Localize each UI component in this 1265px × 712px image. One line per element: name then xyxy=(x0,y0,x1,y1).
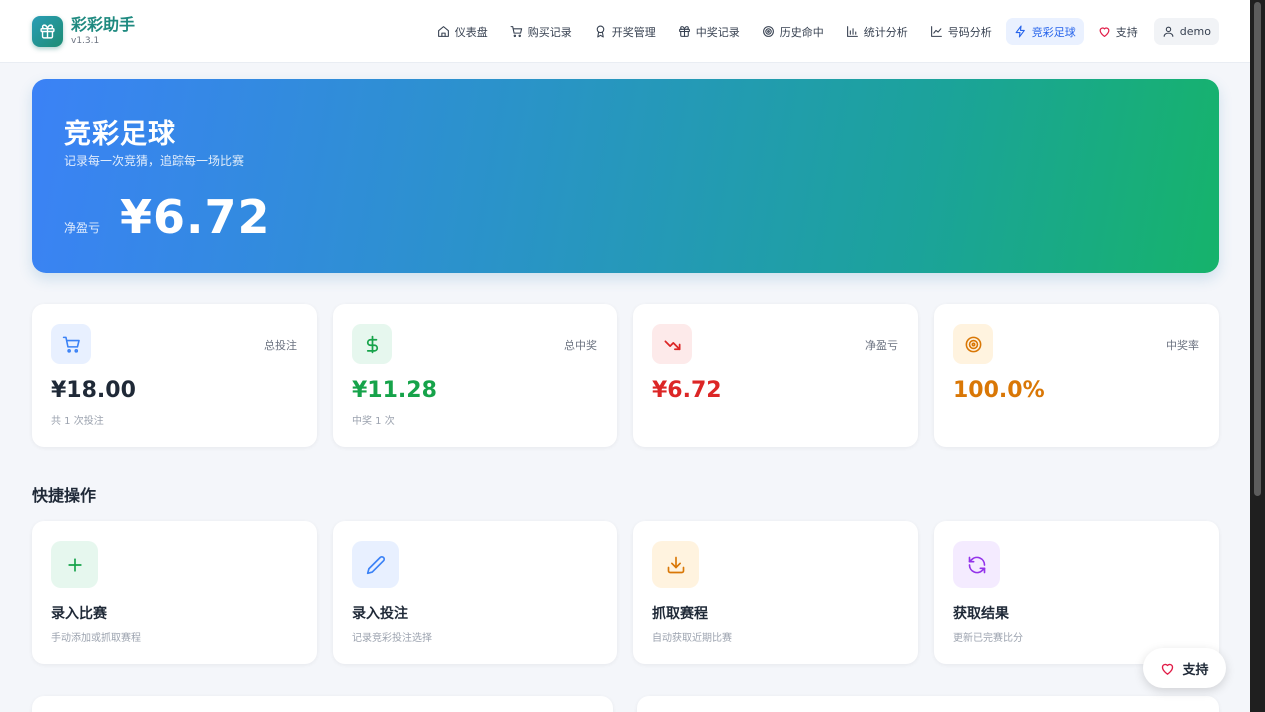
action-title: 录入比赛 xyxy=(51,606,107,622)
cart-icon xyxy=(51,324,91,364)
trending-down-icon xyxy=(652,324,692,364)
bar-chart-icon xyxy=(846,26,858,37)
stat-label: 总投注 xyxy=(264,339,297,352)
nav-item-statistics[interactable]: 统计分析 xyxy=(838,18,916,45)
nav-item-label: 支持 xyxy=(1115,25,1138,39)
nav-item-wins[interactable]: 中奖记录 xyxy=(670,18,748,45)
stat-value: 100.0% xyxy=(953,378,1045,403)
nav-item-label: 统计分析 xyxy=(863,25,908,39)
pencil-icon xyxy=(352,541,399,588)
action-card-add-bet[interactable]: 录入投注 记录竞彩投注选择 xyxy=(333,521,617,664)
bottom-panel-left xyxy=(32,696,613,712)
action-title: 抓取赛程 xyxy=(652,606,708,622)
heart-icon xyxy=(1099,27,1110,37)
nav-item-dashboard[interactable]: 仪表盘 xyxy=(429,18,496,45)
action-title: 录入投注 xyxy=(352,606,408,622)
action-desc: 手动添加或抓取赛程 xyxy=(51,633,141,644)
floating-support-button[interactable]: 支持 xyxy=(1143,648,1226,688)
stat-note: 中奖 1 次 xyxy=(352,416,395,427)
cart-icon xyxy=(510,26,522,38)
action-card-fetch-results[interactable]: 获取结果 更新已完赛比分 xyxy=(934,521,1219,664)
user-name: demo xyxy=(1179,25,1211,38)
home-icon xyxy=(437,26,449,37)
stat-card-win-rate: 中奖率 100.0% xyxy=(934,304,1219,447)
refresh-icon xyxy=(953,541,1000,588)
page-subtitle: 记录每一次竞猜，追踪每一场比赛 xyxy=(64,154,245,168)
stat-label: 总中奖 xyxy=(564,339,597,352)
nav-item-football[interactable]: 竞彩足球 xyxy=(1005,18,1084,45)
stat-card-net-profit: 净盈亏 ¥6.72 xyxy=(633,304,918,447)
stat-value: ¥6.72 xyxy=(652,378,722,403)
dollar-icon xyxy=(352,324,392,364)
stat-label: 中奖率 xyxy=(1166,339,1199,352)
user-menu[interactable]: demo xyxy=(1153,18,1219,45)
stat-value: ¥11.28 xyxy=(352,378,437,403)
action-card-add-match[interactable]: 录入比赛 手动添加或抓取赛程 xyxy=(32,521,317,664)
nav-item-label: 开奖管理 xyxy=(611,25,656,39)
net-profit-label: 净盈亏 xyxy=(64,221,101,235)
top-navbar: 彩彩助手 v1.3.1 仪表盘 购买记录 开奖管理 中奖记录 历史命中 统计分析 xyxy=(0,0,1250,63)
nav-item-support[interactable]: 支持 xyxy=(1090,18,1146,45)
lightning-icon xyxy=(1015,25,1025,38)
gift-logo-icon xyxy=(32,16,63,47)
nav-item-purchases[interactable]: 购买记录 xyxy=(502,18,580,45)
target-icon xyxy=(953,324,993,364)
vertical-scrollbar[interactable] xyxy=(1250,0,1265,712)
floating-support-label: 支持 xyxy=(1182,662,1209,678)
award-icon xyxy=(596,25,605,38)
gift-icon xyxy=(678,26,690,37)
line-chart-icon xyxy=(930,26,942,37)
bottom-panel-right xyxy=(637,696,1219,712)
brand[interactable]: 彩彩助手 v1.3.1 xyxy=(32,16,135,47)
app-version: v1.3.1 xyxy=(71,36,100,46)
target-icon xyxy=(762,26,774,37)
nav-item-label: 竞彩足球 xyxy=(1031,25,1076,39)
stat-value: ¥18.00 xyxy=(51,378,136,403)
stat-label: 净盈亏 xyxy=(865,339,898,352)
plus-icon xyxy=(51,541,98,588)
action-desc: 更新已完赛比分 xyxy=(953,633,1023,644)
nav-item-label: 历史命中 xyxy=(779,25,824,39)
scrollbar-thumb[interactable] xyxy=(1254,2,1261,496)
action-title: 获取结果 xyxy=(953,606,1009,622)
net-profit-value: ¥6.72 xyxy=(120,190,271,244)
action-desc: 记录竞彩投注选择 xyxy=(352,633,432,644)
nav-item-draws[interactable]: 开奖管理 xyxy=(586,18,664,45)
nav-item-label: 仪表盘 xyxy=(454,25,488,39)
app-name: 彩彩助手 xyxy=(71,15,136,34)
action-desc: 自动获取近期比赛 xyxy=(652,633,732,644)
action-card-fetch-schedule[interactable]: 抓取赛程 自动获取近期比赛 xyxy=(633,521,918,664)
nav-item-history-hits[interactable]: 历史命中 xyxy=(754,18,832,45)
nav-item-number-analysis[interactable]: 号码分析 xyxy=(922,18,1000,45)
download-icon xyxy=(652,541,699,588)
nav-item-label: 号码分析 xyxy=(947,25,992,39)
stat-card-total-win: 总中奖 ¥11.28 中奖 1 次 xyxy=(333,304,617,447)
main-nav: 仪表盘 购买记录 开奖管理 中奖记录 历史命中 统计分析 号码分析 竞彩足球 支… xyxy=(423,18,1219,45)
quick-actions-title: 快捷操作 xyxy=(32,486,97,505)
page-title: 竞彩足球 xyxy=(64,119,176,150)
nav-item-label: 中奖记录 xyxy=(695,25,740,39)
heart-icon xyxy=(1162,663,1174,675)
stat-note: 共 1 次投注 xyxy=(51,416,104,427)
stat-card-total-bet: 总投注 ¥18.00 共 1 次投注 xyxy=(32,304,317,447)
hero-banner: 竞彩足球 记录每一次竞猜，追踪每一场比赛 净盈亏 ¥6.72 xyxy=(32,79,1219,273)
nav-item-label: 购买记录 xyxy=(527,25,572,39)
user-icon xyxy=(1163,26,1174,37)
